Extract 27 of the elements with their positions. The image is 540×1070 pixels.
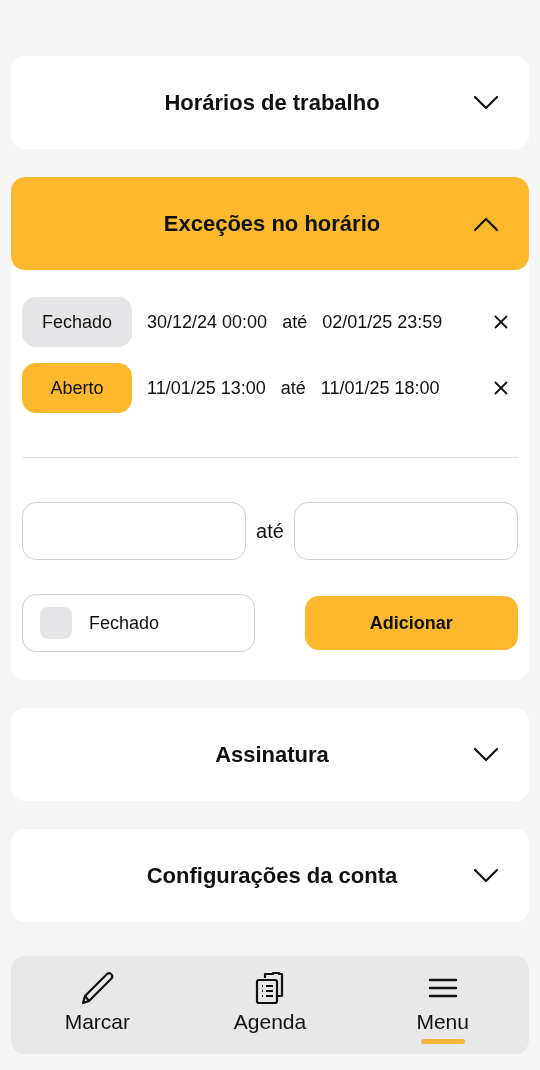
separator-text: até [280, 376, 306, 400]
start-datetime: 30/12/24 00:00 [147, 310, 268, 334]
nav-tab[interactable]: Menu [356, 969, 529, 1044]
status-badge: Fechado [22, 297, 132, 347]
status-badge: Aberto [22, 363, 132, 413]
separator-text: até [256, 519, 284, 544]
start-input-field[interactable] [22, 502, 247, 560]
remove-button[interactable] [492, 313, 510, 331]
selected-indicator [420, 1039, 465, 1044]
end-datetime: 11/01/25 18:00 [320, 376, 440, 400]
pencil-icon [79, 970, 116, 1006]
section-header[interactable]: Exceções no horário [11, 177, 529, 270]
chevron-up-icon [473, 215, 499, 232]
chevron-down-icon [473, 746, 499, 763]
chevron-down-icon [473, 94, 499, 111]
start-datetime: 11/01/25 13:00 [147, 376, 266, 400]
remove-button[interactable] [492, 379, 510, 397]
chevron-down-icon [473, 867, 499, 884]
close-icon [494, 315, 508, 329]
end-input-field[interactable] [293, 502, 518, 560]
add-button[interactable]: Adicionar [304, 596, 518, 650]
end-datetime: 02/01/25 23:59 [322, 310, 443, 334]
separator-text: até [282, 310, 308, 334]
nav-tab[interactable]: Marcar [11, 969, 184, 1044]
close-icon [494, 381, 508, 395]
nav-tab[interactable]: Agenda [183, 969, 357, 1044]
closed-checkbox[interactable]: Fechado [22, 594, 255, 652]
